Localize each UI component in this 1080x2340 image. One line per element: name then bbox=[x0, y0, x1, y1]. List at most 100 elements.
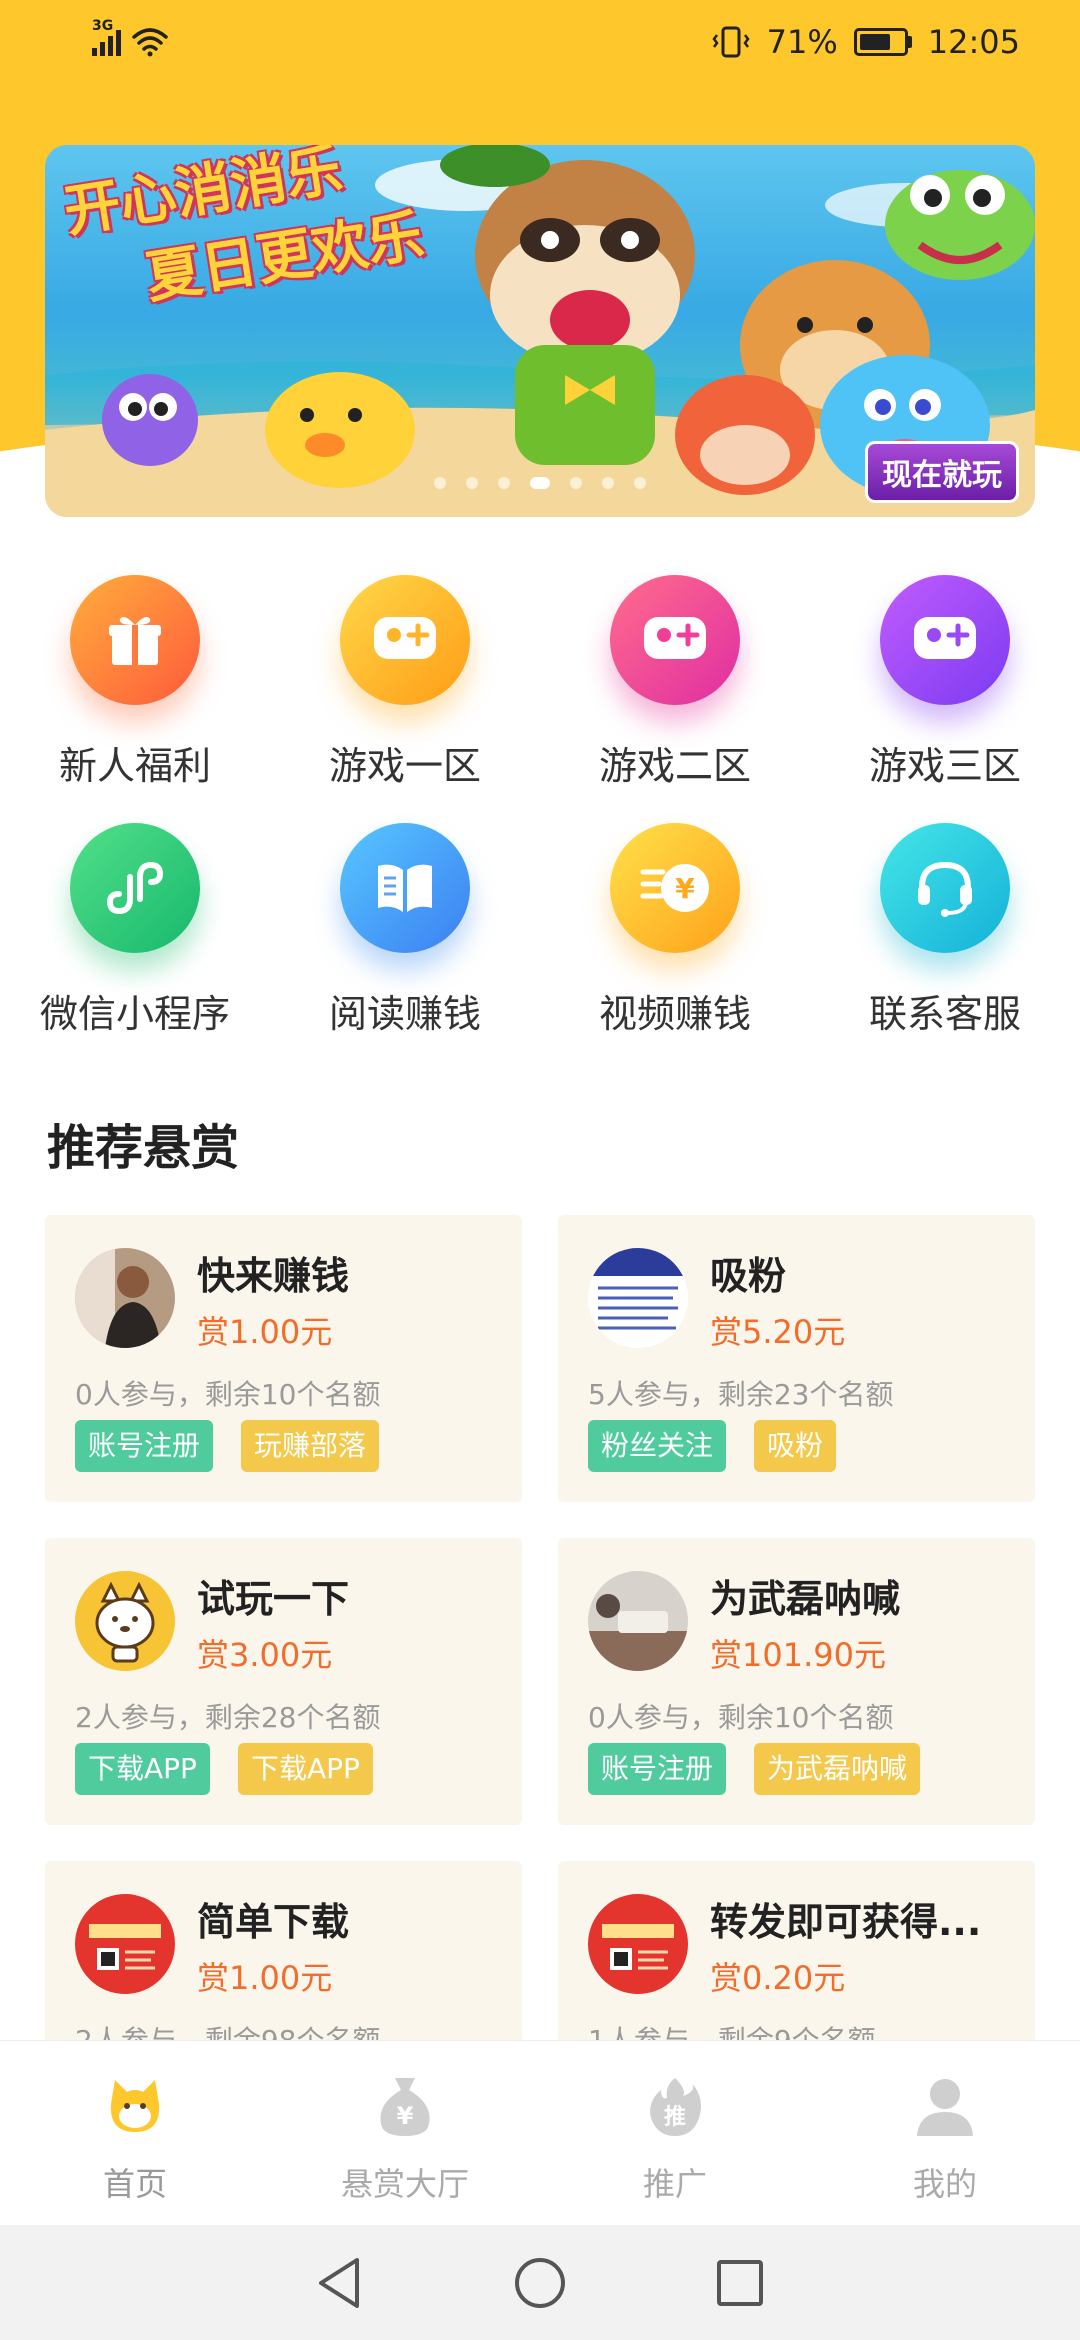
task-reward: 赏1.00元 bbox=[197, 1313, 333, 1351]
task-card[interactable]: 试玩一下 赏3.00元 2人参与，剩余28个名额 下载APP 下载APP bbox=[45, 1538, 522, 1825]
task-card[interactable]: 快来赚钱 赏1.00元 0人参与，剩余10个名额 账号注册 玩赚部落 bbox=[45, 1215, 522, 1502]
banner-dot[interactable] bbox=[570, 477, 582, 489]
svg-text:¥: ¥ bbox=[675, 872, 695, 905]
vibrate-icon bbox=[712, 26, 750, 58]
grid-label: 微信小程序 bbox=[39, 992, 230, 1036]
network-type: 3G bbox=[92, 18, 114, 34]
task-avatar bbox=[75, 1248, 175, 1348]
banner-dot[interactable] bbox=[466, 477, 478, 489]
promo-banner[interactable]: 开心消消乐 夏日更欢乐 现在就玩 bbox=[45, 145, 1035, 517]
banner-dot[interactable] bbox=[634, 477, 646, 489]
home-mascot-icon bbox=[100, 2071, 170, 2141]
task-card[interactable]: 为武磊呐喊 赏101.90元 0人参与，剩余10个名额 账号注册 为武磊呐喊 bbox=[558, 1538, 1035, 1825]
recents-square-icon bbox=[717, 2259, 763, 2306]
task-reward: 赏0.20元 bbox=[710, 1959, 846, 1997]
system-navigation-bar bbox=[0, 2225, 1080, 2340]
battery-percentage: 71% bbox=[766, 23, 838, 61]
task-title: 转发即可获得... bbox=[710, 1900, 982, 1944]
bottom-tab-bar: 首页 ¥ 悬赏大厅 推 推广 我的 bbox=[0, 2040, 1080, 2225]
recents-button[interactable] bbox=[710, 2253, 770, 2313]
task-tag: 为武磊呐喊 bbox=[754, 1743, 921, 1795]
grid-label: 新人福利 bbox=[58, 744, 211, 788]
svg-text:推: 推 bbox=[664, 2105, 686, 2130]
headset-icon bbox=[880, 823, 1010, 953]
gift-icon bbox=[70, 575, 200, 705]
task-title: 快来赚钱 bbox=[197, 1254, 350, 1298]
task-reward: 赏3.00元 bbox=[197, 1636, 333, 1674]
task-reward: 赏5.20元 bbox=[710, 1313, 846, 1351]
book-icon bbox=[340, 823, 470, 953]
task-avatar bbox=[588, 1248, 688, 1348]
gamepad-icon bbox=[610, 575, 740, 705]
status-right: 71% 12:05 bbox=[711, 23, 1020, 61]
grid-label: 联系客服 bbox=[868, 992, 1021, 1036]
svg-text:¥: ¥ bbox=[397, 2102, 414, 2130]
banner-dot[interactable] bbox=[498, 477, 510, 489]
coin-icon: ¥ bbox=[610, 823, 740, 953]
feature-grid: 新人福利 游戏一区 游戏二区 游戏三区 微信小程序 阅读赚钱 ¥ 视频赚钱 联系… bbox=[0, 575, 1080, 1071]
task-tag: 下载APP bbox=[237, 1743, 373, 1795]
task-stats: 0人参与，剩余10个名额 bbox=[75, 1378, 381, 1411]
tab-label: 推广 bbox=[642, 2165, 707, 2203]
grid-label: 游戏二区 bbox=[598, 744, 751, 788]
task-avatar bbox=[588, 1894, 688, 1994]
task-stats: 0人参与，剩余10个名额 bbox=[588, 1701, 894, 1734]
task-tags: 下载APP 下载APP bbox=[75, 1743, 373, 1795]
banner-dot[interactable] bbox=[434, 477, 446, 489]
home-button[interactable] bbox=[510, 2253, 570, 2313]
grid-item-customer-service[interactable]: 联系客服 bbox=[810, 823, 1080, 1071]
home-circle-icon bbox=[515, 2257, 565, 2308]
grid-item-game-zone-1[interactable]: 游戏一区 bbox=[270, 575, 540, 823]
grid-label: 游戏一区 bbox=[328, 744, 481, 788]
back-button[interactable] bbox=[310, 2253, 370, 2313]
money-bag-icon: ¥ bbox=[370, 2071, 440, 2141]
user-icon bbox=[910, 2071, 980, 2141]
battery-icon bbox=[853, 28, 912, 56]
task-title: 吸粉 bbox=[710, 1254, 787, 1298]
task-avatar bbox=[75, 1894, 175, 1994]
task-tag: 玩赚部落 bbox=[241, 1420, 380, 1472]
banner-dot-active[interactable] bbox=[530, 477, 550, 489]
back-triangle-icon bbox=[319, 2257, 359, 2308]
grid-label: 游戏三区 bbox=[868, 744, 1021, 788]
grid-item-game-zone-2[interactable]: 游戏二区 bbox=[540, 575, 810, 823]
signal-icon: 3G bbox=[92, 18, 121, 56]
task-avatar bbox=[588, 1571, 688, 1671]
status-left: 3G bbox=[92, 18, 169, 57]
task-tags: 粉丝关注 吸粉 bbox=[588, 1420, 837, 1472]
tab-promote[interactable]: 推 推广 bbox=[540, 2041, 810, 2225]
task-card[interactable]: 吸粉 赏5.20元 5人参与，剩余23个名额 粉丝关注 吸粉 bbox=[558, 1215, 1035, 1502]
grid-item-game-zone-3[interactable]: 游戏三区 bbox=[810, 575, 1080, 823]
task-tags: 账号注册 玩赚部落 bbox=[75, 1420, 380, 1472]
grid-label: 视频赚钱 bbox=[598, 992, 751, 1036]
banner-play-button[interactable]: 现在就玩 bbox=[865, 441, 1019, 503]
task-stats: 2人参与，剩余28个名额 bbox=[75, 1701, 381, 1734]
clock: 12:05 bbox=[927, 23, 1020, 61]
tab-label: 首页 bbox=[102, 2165, 167, 2203]
task-title: 为武磊呐喊 bbox=[710, 1577, 901, 1621]
tab-mine[interactable]: 我的 bbox=[810, 2041, 1080, 2225]
gamepad-icon bbox=[880, 575, 1010, 705]
task-reward: 赏1.00元 bbox=[197, 1959, 333, 1997]
gamepad-icon bbox=[340, 575, 470, 705]
task-title: 试玩一下 bbox=[197, 1577, 350, 1621]
task-tag: 吸粉 bbox=[754, 1420, 837, 1472]
grid-label: 阅读赚钱 bbox=[328, 992, 481, 1036]
tab-home[interactable]: 首页 bbox=[0, 2041, 270, 2225]
grid-item-newcomer-benefits[interactable]: 新人福利 bbox=[0, 575, 270, 823]
tab-label: 我的 bbox=[912, 2165, 977, 2203]
tab-reward-hall[interactable]: ¥ 悬赏大厅 bbox=[270, 2041, 540, 2225]
grid-item-wechat-mini-program[interactable]: 微信小程序 bbox=[0, 823, 270, 1071]
grid-item-read-earn[interactable]: 阅读赚钱 bbox=[270, 823, 540, 1071]
task-tag: 下载APP bbox=[75, 1743, 210, 1795]
task-avatar bbox=[75, 1571, 175, 1671]
wifi-icon bbox=[132, 28, 168, 57]
task-tag: 账号注册 bbox=[75, 1420, 214, 1472]
task-reward: 赏101.90元 bbox=[710, 1636, 886, 1674]
task-stats: 5人参与，剩余23个名额 bbox=[588, 1378, 894, 1411]
task-tags: 账号注册 为武磊呐喊 bbox=[588, 1743, 921, 1795]
banner-dot[interactable] bbox=[602, 477, 614, 489]
status-bar: 3G 71% 12:05 bbox=[0, 0, 1080, 84]
grid-item-video-earn[interactable]: ¥ 视频赚钱 bbox=[540, 823, 810, 1071]
mini-program-icon bbox=[70, 823, 200, 953]
